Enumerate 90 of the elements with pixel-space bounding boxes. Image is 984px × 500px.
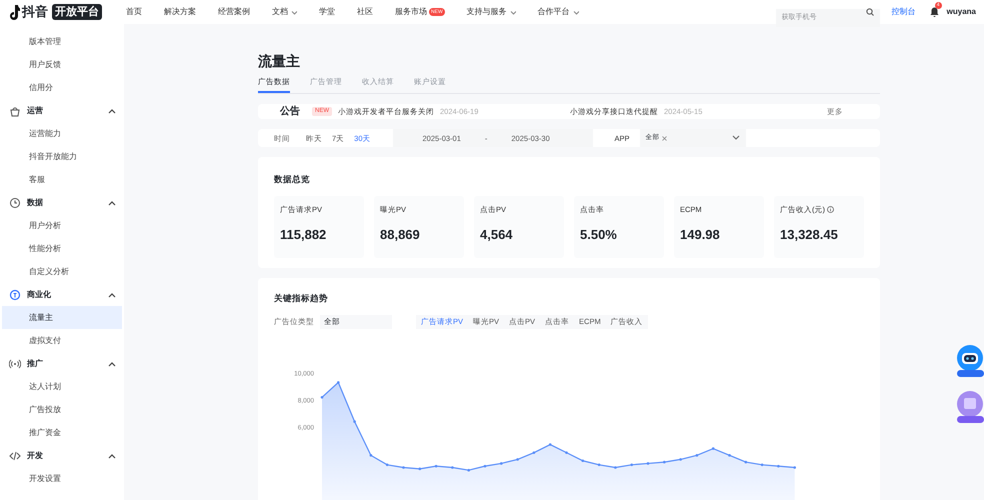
- nav-link[interactable]: 解决方案: [164, 6, 196, 18]
- chevron-down-icon: [732, 135, 740, 142]
- sidebar-item[interactable]: 开发设置: [2, 467, 122, 490]
- close-icon: [662, 136, 667, 141]
- data-point: [582, 459, 584, 462]
- nav-link[interactable]: 经营案例: [218, 6, 250, 18]
- coin-icon: [9, 288, 21, 300]
- nav-link[interactable]: 支持与服务: [466, 6, 516, 18]
- data-point: [696, 454, 698, 456]
- data-point: [679, 458, 682, 460]
- data-point: [402, 466, 405, 469]
- data-point: [320, 396, 324, 398]
- bell-icon: [930, 7, 939, 17]
- data-point: [500, 462, 503, 464]
- data-point: [418, 467, 422, 470]
- sidebar-item[interactable]: 自定义分析: [2, 260, 122, 283]
- code-icon: [9, 450, 21, 462]
- sidebar-group[interactable]: 运营: [0, 99, 124, 122]
- sidebar-item[interactable]: 版本管理: [2, 30, 122, 53]
- sidebar-item[interactable]: 信用分: [2, 76, 122, 99]
- robot-assistant-icon: [956, 344, 984, 378]
- sidebar-item[interactable]: 性能分析: [2, 237, 122, 260]
- data-point: [353, 420, 356, 423]
- metric-value: 149.98: [680, 226, 721, 244]
- sidebar-item[interactable]: 推广资金: [2, 421, 122, 444]
- chat-feedback-icon: [956, 390, 984, 424]
- sidebar-item[interactable]: 用户反馈: [2, 53, 122, 76]
- chevron-up-icon: [108, 360, 116, 366]
- data-point: [548, 443, 552, 446]
- chevron-up-icon: [108, 200, 116, 206]
- metric-value: 13,328.45: [780, 226, 839, 244]
- chevron-up-icon: [108, 108, 116, 114]
- chevron-up-icon: [108, 292, 116, 298]
- sidebar-group[interactable]: 开发: [0, 444, 124, 467]
- bag-icon: [9, 104, 21, 116]
- section-title: 关键指标趋势: [274, 292, 329, 305]
- data-point: [516, 458, 519, 460]
- nav-link[interactable]: 合作平台: [538, 6, 579, 18]
- page-title: 流量主: [258, 52, 301, 70]
- sidebar-item[interactable]: 广告投放: [2, 398, 122, 421]
- username[interactable]: wuyana: [946, 6, 976, 18]
- sidebar-item[interactable]: 流量主: [2, 306, 122, 329]
- data-point: [728, 454, 731, 456]
- data-point: [712, 447, 714, 450]
- data-point: [793, 466, 796, 469]
- broadcast-icon: [9, 358, 21, 370]
- clock-icon: [9, 196, 21, 208]
- data-point: [760, 463, 764, 466]
- section-title: 数据总览: [274, 173, 311, 186]
- data-point: [630, 463, 633, 466]
- search-icon: [866, 8, 874, 16]
- sidebar-item[interactable]: 抖音开放能力: [2, 145, 122, 168]
- data-point: [484, 464, 486, 468]
- data-point: [565, 451, 568, 454]
- info-icon: [827, 206, 834, 214]
- sidebar-group[interactable]: 推广: [0, 352, 124, 375]
- data-point: [337, 380, 340, 384]
- music-note-logo-icon: [8, 4, 20, 20]
- nav-link[interactable]: 学堂: [319, 6, 335, 18]
- nav-link[interactable]: 文档: [272, 6, 297, 18]
- console-link[interactable]: 控制台: [892, 6, 916, 18]
- logo-badge: 开放平台: [52, 4, 102, 20]
- data-point: [434, 464, 438, 468]
- metric-value: 115,882: [280, 226, 328, 244]
- data-point: [663, 460, 666, 464]
- chevron-up-icon: [108, 452, 116, 458]
- logo-text: 抖音: [22, 3, 48, 22]
- data-point: [646, 462, 650, 464]
- sidebar-item[interactable]: 用户分析: [2, 214, 122, 237]
- nav-link[interactable]: 社区: [357, 6, 373, 18]
- announcement-label: 公告: [280, 104, 300, 120]
- metric-value: 4,564: [480, 226, 514, 244]
- data-point: [777, 464, 780, 468]
- sidebar-item[interactable]: 虚拟支付: [2, 329, 122, 352]
- data-point: [467, 468, 470, 472]
- sidebar-item[interactable]: 运营能力: [2, 122, 122, 145]
- sidebar-group[interactable]: 数据: [0, 191, 124, 214]
- metric-value: 88,869: [380, 226, 421, 244]
- data-point: [598, 463, 600, 466]
- sidebar-item[interactable]: 客服: [2, 168, 122, 191]
- data-point: [532, 451, 536, 454]
- data-point: [370, 454, 372, 456]
- nav-link[interactable]: 首页: [126, 6, 142, 18]
- data-point: [451, 466, 454, 469]
- data-point: [386, 463, 388, 466]
- data-point: [614, 466, 617, 469]
- data-point: [744, 460, 748, 464]
- metric-value: 5.50%: [580, 226, 618, 244]
- sidebar-item[interactable]: 达人计划: [2, 375, 122, 398]
- sidebar-group[interactable]: 商业化: [0, 283, 124, 306]
